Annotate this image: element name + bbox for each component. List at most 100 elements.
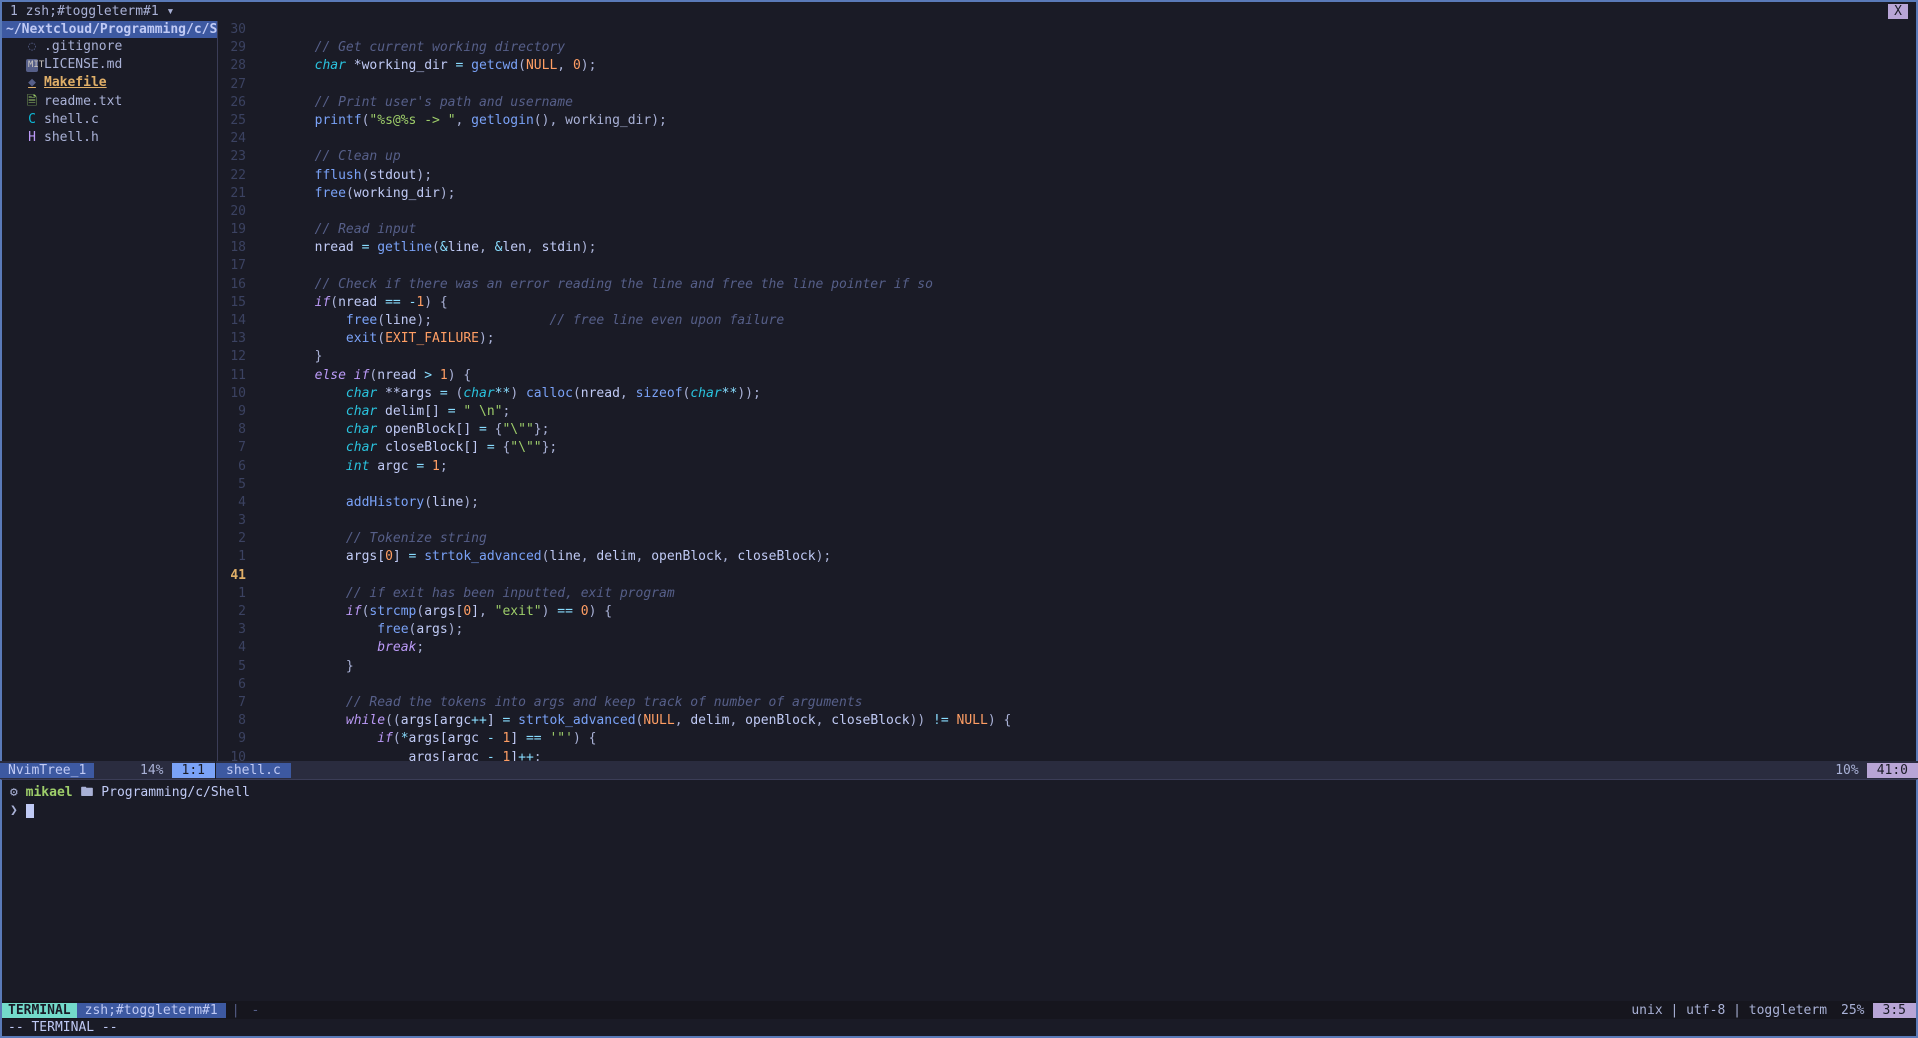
line-number: 16	[222, 276, 246, 294]
code-line[interactable]: // Read the tokens into args and keep tr…	[252, 694, 1916, 712]
code-line[interactable]: int argc = 1;	[252, 458, 1916, 476]
code-line[interactable]: while((args[argc++] = strtok_advanced(NU…	[252, 712, 1916, 730]
line-number: 21	[222, 185, 246, 203]
code-line[interactable]: if(*args[argc - 1] == '"') {	[252, 730, 1916, 748]
code-line[interactable]: // Read input	[252, 221, 1916, 239]
terminal-path: Programming/c/Shell	[101, 785, 250, 800]
file-meta: unix | utf-8 | toggleterm	[1625, 1003, 1833, 1018]
code-area[interactable]: 3029282726252423222120191817161514131211…	[218, 21, 1916, 761]
modeline: -- TERMINAL --	[0, 1019, 1918, 1038]
terminal-user: mikael	[26, 785, 73, 800]
code-content[interactable]: // Get current working directory char *w…	[252, 21, 1916, 761]
line-number: 1	[222, 585, 246, 603]
code-line[interactable]: exit(EXIT_FAILURE);	[252, 330, 1916, 348]
code-line[interactable]: addHistory(line);	[252, 494, 1916, 512]
terminal-input-line[interactable]: ❯	[10, 802, 1908, 820]
line-number: 19	[222, 221, 246, 239]
code-line[interactable]	[252, 76, 1916, 94]
line-number: 10	[222, 749, 246, 762]
file-tree-item[interactable]: 🗎readme.txt	[2, 93, 217, 111]
terminal-prompt-line: ⚙ mikael 🖿 Programming/c/Shell	[10, 784, 1908, 802]
gear-icon: ⚙	[10, 785, 18, 800]
code-line[interactable]: // Tokenize string	[252, 530, 1916, 548]
editor-status-filename: shell.c	[216, 763, 291, 778]
file-tree-item[interactable]: Cshell.c	[2, 111, 217, 129]
code-line[interactable]	[252, 130, 1916, 148]
code-line[interactable]: // Check if there was an error reading t…	[252, 276, 1916, 294]
prompt-arrow-icon: ❯	[10, 803, 18, 818]
file-icon: ◆	[26, 74, 38, 92]
code-line[interactable]: // Print user's path and username	[252, 94, 1916, 112]
line-number: 23	[222, 148, 246, 166]
close-button[interactable]: X	[1888, 4, 1908, 19]
code-line[interactable]: free(working_dir);	[252, 185, 1916, 203]
code-line[interactable]: char openBlock[] = {"\""};	[252, 421, 1916, 439]
code-line[interactable]	[252, 476, 1916, 494]
line-number: 5	[222, 476, 246, 494]
terminal-tab-label[interactable]: zsh;#toggleterm#1	[77, 1003, 226, 1018]
separator: |	[226, 1003, 246, 1018]
file-tree-item[interactable]: ◌ .gitignore	[2, 38, 217, 56]
code-line[interactable]: nread = getline(&line, &len, stdin);	[252, 239, 1916, 257]
file-tree-item-label: shell.h	[44, 129, 99, 147]
editor-pane[interactable]: 3029282726252423222120191817161514131211…	[218, 21, 1916, 761]
code-line[interactable]: }	[252, 348, 1916, 366]
code-line[interactable]: char closeBlock[] = {"\""};	[252, 439, 1916, 457]
file-icon: ◌	[26, 38, 38, 56]
line-number: 9	[222, 403, 246, 421]
code-line[interactable]: printf("%s@%s -> ", getlogin(), working_…	[252, 112, 1916, 130]
line-number: 27	[222, 76, 246, 94]
file-tree-list: ◌ .gitignoreMITLICENSE.md◆Makefile🗎readme…	[2, 38, 217, 147]
terminal-cursor	[26, 804, 34, 818]
line-number: 10	[222, 385, 246, 403]
dash: -	[246, 1003, 266, 1018]
window-statusbars: NvimTree_1 14% 1:1 shell.c 10% 41:0	[0, 761, 1918, 779]
code-line[interactable]	[252, 567, 1916, 585]
line-number: 17	[222, 257, 246, 275]
code-line[interactable]: char delim[] = " \n";	[252, 403, 1916, 421]
code-line[interactable]: args[argc - 1]++;	[252, 749, 1916, 762]
code-line[interactable]	[252, 676, 1916, 694]
code-line[interactable]: if(strcmp(args[0], "exit") == 0) {	[252, 603, 1916, 621]
code-line[interactable]: else if(nread > 1) {	[252, 367, 1916, 385]
file-tree-item-label: .gitignore	[44, 38, 122, 56]
line-number: 3	[222, 512, 246, 530]
code-line[interactable]: fflush(stdout);	[252, 167, 1916, 185]
file-tree-item[interactable]: ◆Makefile	[2, 74, 217, 92]
editor-statusbar: shell.c 10% 41:0	[216, 761, 1918, 779]
line-number: 6	[222, 458, 246, 476]
code-line[interactable]: // if exit has been inputted, exit progr…	[252, 585, 1916, 603]
file-tree-item[interactable]: Hshell.h	[2, 129, 217, 147]
line-number: 18	[222, 239, 246, 257]
code-line[interactable]: char **args = (char**) calloc(nread, siz…	[252, 385, 1916, 403]
code-line[interactable]: args[0] = strtok_advanced(line, delim, o…	[252, 548, 1916, 566]
sidebar-status-pos: 1:1	[172, 763, 215, 778]
code-line[interactable]: free(line); // free line even upon failu…	[252, 312, 1916, 330]
line-number: 8	[222, 421, 246, 439]
window-titlebar: 1 zsh;#toggleterm#1 ▾ X	[0, 0, 1918, 21]
code-line[interactable]	[252, 203, 1916, 221]
line-number: 20	[222, 203, 246, 221]
line-number: 24	[222, 130, 246, 148]
file-tree-item-label: readme.txt	[44, 93, 122, 111]
line-number-gutter: 3029282726252423222120191817161514131211…	[218, 21, 252, 761]
line-number: 6	[222, 676, 246, 694]
code-line[interactable]: if(nread == -1) {	[252, 294, 1916, 312]
file-tree-item[interactable]: MITLICENSE.md	[2, 56, 217, 74]
code-line[interactable]: }	[252, 658, 1916, 676]
code-line[interactable]	[252, 257, 1916, 275]
code-line[interactable]: free(args);	[252, 621, 1916, 639]
code-line[interactable]: char *working_dir = getcwd(NULL, 0);	[252, 57, 1916, 75]
line-number: 7	[222, 439, 246, 457]
file-tree-sidebar[interactable]: ~/Nextcloud/Programming/c/Sh ◌.gitignore…	[2, 21, 218, 761]
code-line[interactable]: // Get current working directory	[252, 39, 1916, 57]
code-line[interactable]	[252, 512, 1916, 530]
line-number: 3	[222, 621, 246, 639]
file-icon: C	[26, 111, 38, 129]
code-line[interactable]	[252, 21, 1916, 39]
code-line[interactable]: // Clean up	[252, 148, 1916, 166]
terminal-pane[interactable]: ⚙ mikael 🖿 Programming/c/Shell ❯	[0, 779, 1918, 1001]
main-split: ~/Nextcloud/Programming/c/Sh ◌.gitignore…	[0, 21, 1918, 761]
code-line[interactable]: break;	[252, 639, 1916, 657]
bottom-tabbar: TERMINAL zsh;#toggleterm#1 | - unix | ut…	[0, 1001, 1918, 1019]
